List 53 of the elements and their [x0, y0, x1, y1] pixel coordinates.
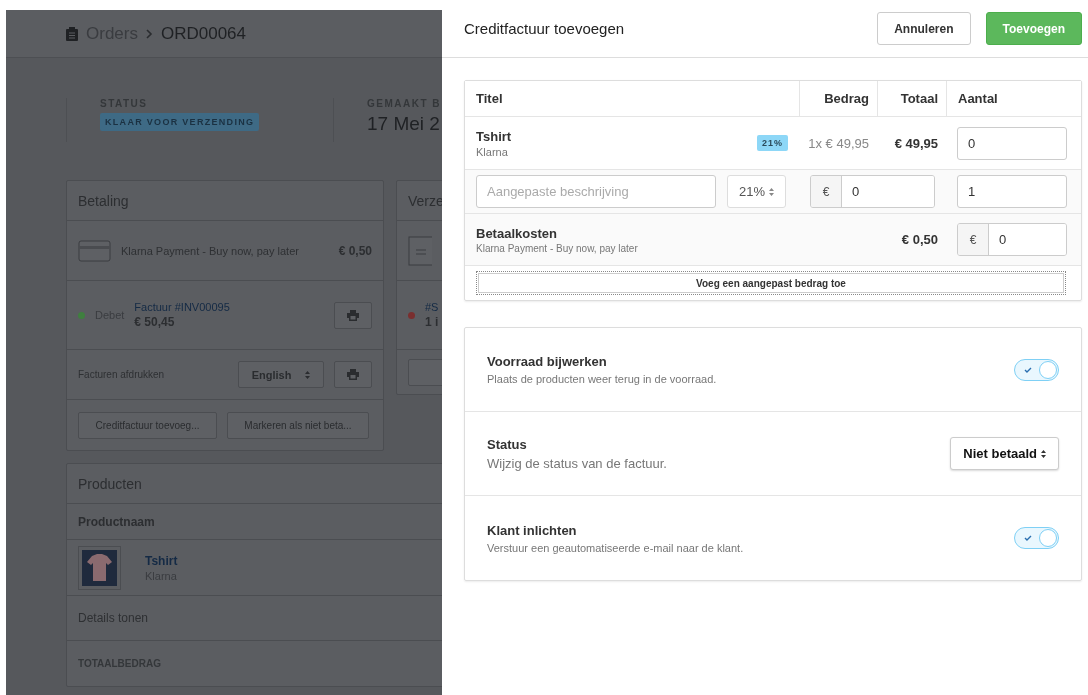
cancel-button[interactable]: Annuleren [877, 12, 971, 45]
unit-price: 1x € 49,95 [808, 135, 869, 151]
column-header: Totaal [877, 81, 946, 116]
row-total: € 49,95 [894, 135, 938, 151]
shipment-link[interactable]: #S [425, 301, 439, 313]
column-header: Aantal [946, 81, 1083, 116]
setting-description: Plaats de producten weer terug in de voorraad. [487, 373, 718, 385]
printer-icon [347, 309, 359, 321]
chevron-right-icon [145, 28, 153, 39]
invoice-link[interactable]: Factuur #INV00095 [134, 301, 324, 313]
product-link[interactable]: Tshirt [145, 553, 178, 568]
amount-input[interactable]: € 0 [957, 223, 1067, 256]
check-icon [1024, 535, 1032, 541]
created-date: 17 Mei 2 [367, 113, 441, 135]
setting-description: Verstuur een geautomatiseerde e-mail naar de klant. [487, 541, 745, 554]
setting-title: Klant inlichten [487, 522, 578, 538]
item-subtitle: Klarna [476, 145, 509, 158]
setting-title: Voorraad bijwerken [487, 354, 608, 369]
printer-icon [347, 369, 359, 380]
item-subtitle: Klarna Payment - Buy now, pay later [476, 242, 638, 254]
clipboard-icon [66, 26, 78, 41]
up-down-caret-icon [769, 187, 774, 196]
shipping-label-icon [408, 235, 432, 266]
item-title: Betaalkosten [476, 225, 558, 241]
item-title: Tshirt [476, 128, 512, 144]
breadcrumb-current: ORD00064 [160, 23, 247, 44]
panel-title: Creditfactuur toevoegen [464, 20, 626, 37]
tax-badge: 21% [757, 135, 788, 151]
setting-title: Status [487, 436, 528, 452]
print-button[interactable] [334, 301, 372, 329]
column-header: Bedrag [799, 81, 877, 116]
description-input[interactable]: Aangepaste beschrijving [476, 175, 716, 208]
quantity-input[interactable]: 1 [957, 175, 1067, 208]
status-dot [408, 311, 415, 319]
add-button[interactable]: Toevoegen [985, 12, 1082, 45]
status-badge: KLAAR VOOR VERZENDING [100, 113, 260, 131]
up-down-caret-icon [1041, 449, 1046, 458]
tax-select[interactable]: 21% [727, 175, 786, 208]
quantity-input[interactable]: 0 [957, 126, 1067, 160]
row-total: € 0,50 [901, 232, 938, 247]
amount-input[interactable]: € 0 [810, 175, 935, 208]
print-button[interactable] [334, 361, 372, 388]
add-custom-amount-button[interactable]: Voeg een aangepast bedrag toe [476, 271, 1066, 295]
up-down-caret-icon [305, 370, 311, 379]
toggle-switch[interactable] [1014, 358, 1059, 381]
status-select[interactable]: Niet betaald [950, 437, 1059, 470]
setting-description: Wijzig de status van de factuur. [487, 455, 668, 471]
check-icon [1024, 366, 1032, 373]
status-dot [78, 311, 85, 319]
toggle-switch[interactable] [1014, 527, 1059, 549]
column-header: Titel [475, 90, 504, 108]
shipping-button[interactable] [408, 358, 442, 386]
credit-card-icon [78, 239, 111, 262]
